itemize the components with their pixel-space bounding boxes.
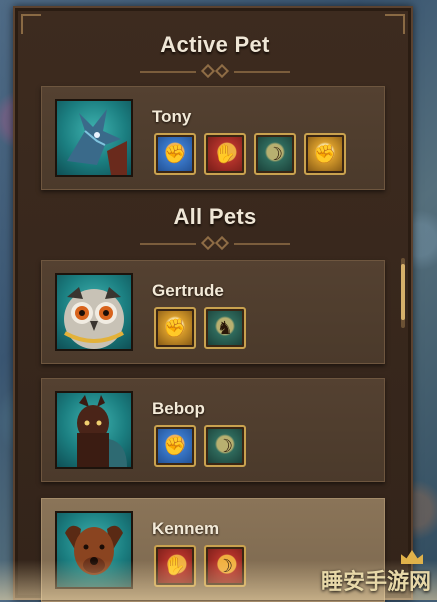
alpaca-portrait (55, 391, 133, 469)
title-divider (140, 235, 290, 251)
pet-name: Bebop (152, 399, 205, 418)
active-pet-title: Active Pet (160, 32, 270, 57)
red-beast-ability-icon[interactable]: ✋ (204, 133, 246, 175)
blue-claw-ability-icon[interactable]: ✊ (154, 425, 196, 467)
pet-name: Tony (152, 107, 192, 126)
dragon-portrait (55, 99, 133, 177)
corner-ornament (21, 14, 41, 34)
teal-horn-ability-icon[interactable]: ☽ (204, 425, 246, 467)
owl-portrait (55, 273, 133, 351)
corner-ornament (385, 14, 405, 34)
pet-name: Kennem (152, 519, 220, 538)
title-divider (140, 63, 290, 79)
gold-fist-ability-icon[interactable]: ✊ (154, 307, 196, 349)
ability-row: ✊ ✋ ☽ ✊ (154, 133, 346, 175)
blue-claw-ability-icon[interactable]: ✊ (154, 133, 196, 175)
pet-list-item[interactable]: Gertrude ✊ ♞ (41, 260, 385, 364)
teal-shadow-ability-icon[interactable]: ♞ (204, 307, 246, 349)
pet-name: Gertrude (152, 281, 224, 300)
pet-list-item[interactable]: Bebop ✊ ☽ (41, 378, 385, 482)
all-pets-title: All Pets (173, 204, 257, 229)
teal-horn-ability-icon[interactable]: ☽ (254, 133, 296, 175)
watermark: 睡安手游网 (320, 570, 431, 595)
pet-panel: Active Pet Tony ✊ ✋ ☽ ✊ All Pets Gertrud… (13, 6, 413, 602)
active-pet-card[interactable]: Tony ✊ ✋ ☽ ✊ (41, 86, 385, 190)
ability-row: ✊ ☽ (154, 425, 246, 467)
gold-fist-ability-icon[interactable]: ✊ (304, 133, 346, 175)
scrollbar-thumb[interactable] (401, 264, 405, 320)
ability-row: ✊ ♞ (154, 307, 246, 349)
